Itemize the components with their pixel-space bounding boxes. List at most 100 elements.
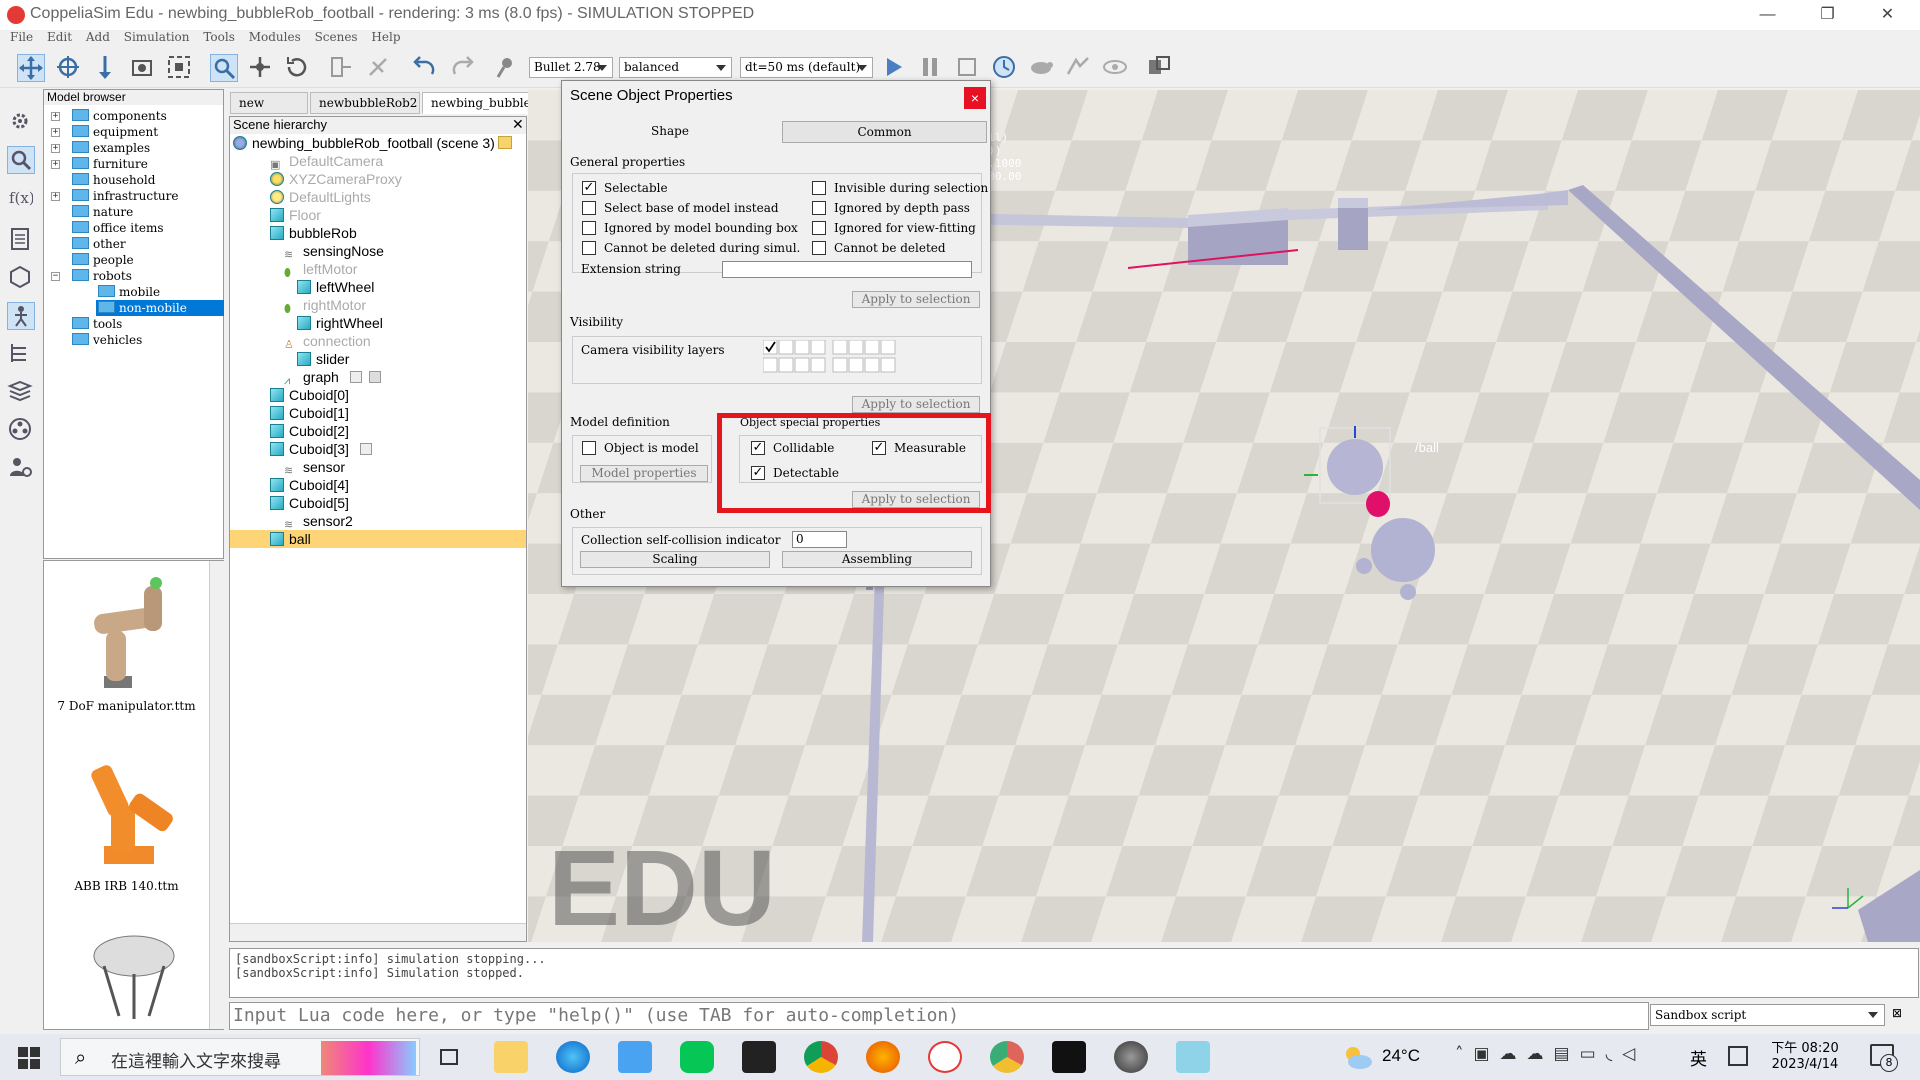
model-folder-nature[interactable]: nature — [72, 204, 133, 220]
page-icon[interactable] — [7, 226, 35, 254]
scaling-button[interactable]: Scaling — [580, 551, 770, 568]
app-window-icon[interactable] — [1176, 1041, 1210, 1073]
menu-file[interactable]: File — [10, 30, 33, 44]
tree-item-sensingnose[interactable]: ≋ sensingNose — [284, 242, 384, 261]
model-thumbnail-abb[interactable] — [69, 746, 199, 871]
tree-item-defaultcamera[interactable]: ▣ DefaultCamera — [270, 152, 383, 171]
menu-edit[interactable]: Edit — [47, 30, 72, 44]
expand-toggle[interactable]: + — [51, 112, 60, 121]
fit-to-view-icon[interactable] — [166, 54, 194, 82]
model-folder-people[interactable]: people — [72, 252, 134, 268]
close-hierarchy-icon[interactable]: ✕ — [512, 117, 524, 133]
script-icon[interactable] — [498, 136, 512, 149]
edge-browser-icon[interactable] — [556, 1041, 590, 1073]
tree-item-slider[interactable]: slider — [297, 350, 349, 368]
zoom-camera-icon[interactable] — [92, 54, 120, 82]
ime-indicator[interactable]: 英 — [1690, 1045, 1707, 1070]
slow-down-icon[interactable] — [1028, 54, 1056, 82]
settings-gear-icon[interactable] — [7, 108, 35, 136]
menu-tools[interactable]: Tools — [203, 30, 235, 44]
model-folder-furniture[interactable]: furniture — [72, 156, 148, 172]
model-folder-mobile[interactable]: mobile — [98, 284, 160, 300]
tree-item-defaultlights[interactable]: DefaultLights — [270, 188, 371, 206]
tree-item-rightwheel[interactable]: rightWheel — [297, 314, 383, 332]
model-folder-other[interactable]: other — [72, 236, 126, 252]
expand-toggle[interactable]: + — [51, 128, 60, 137]
tab-shape[interactable]: Shape — [570, 121, 770, 143]
model-folder-household[interactable]: household — [72, 172, 155, 188]
tree-item-cuboid3[interactable]: Cuboid[3] — [270, 440, 349, 458]
chrome-icon[interactable] — [804, 1041, 838, 1073]
scene-windows-icon[interactable] — [1146, 54, 1174, 82]
maximize-button[interactable]: ❐ — [1800, 0, 1855, 30]
hierarchy-toggle-icon[interactable] — [7, 340, 35, 368]
object-is-model-checkbox[interactable] — [582, 441, 596, 455]
selectable-checkbox[interactable]: ✓ — [582, 181, 596, 195]
model-folder-examples[interactable]: examples — [72, 140, 150, 156]
tree-item-sensor[interactable]: ≋ sensor — [284, 458, 345, 477]
lua-command-input[interactable]: Input Lua code here, or type "help()" (u… — [229, 1002, 1649, 1030]
tab-newbubblerob2[interactable]: newbubbleRob2 — [310, 92, 420, 114]
undo-icon[interactable] — [412, 54, 440, 82]
menu-help[interactable]: Help — [371, 30, 400, 44]
rotate-object-icon[interactable] — [284, 54, 312, 82]
rotate-camera-icon[interactable] — [55, 54, 83, 82]
assemble-icon[interactable] — [328, 54, 356, 82]
taskbar-search-box[interactable]: ⌕ 在這裡輸入文字來搜尋 — [60, 1038, 420, 1076]
timestep-select[interactable]: dt=50 ms (default) — [740, 57, 873, 78]
tree-item-leftwheel[interactable]: leftWheel — [297, 278, 374, 296]
scene-root[interactable]: newbing_bubbleRob_football (scene 3) — [233, 134, 495, 152]
cannot-delete-sim-checkbox[interactable] — [582, 241, 596, 255]
ignored-view-fitting-checkbox[interactable] — [812, 221, 826, 235]
speed-up-icon[interactable] — [1065, 54, 1093, 82]
expand-toggle[interactable]: + — [51, 192, 60, 201]
model-folder-vehicles[interactable]: vehicles — [72, 332, 142, 348]
model-folder-equipment[interactable]: equipment — [72, 124, 158, 140]
layers-icon[interactable] — [7, 378, 35, 406]
expand-toggle[interactable]: + — [51, 144, 60, 153]
stop-simulation-icon[interactable] — [954, 54, 982, 82]
tree-item-xyzcameraproxy[interactable]: XYZCameraProxy — [270, 170, 402, 188]
cannot-delete-checkbox[interactable] — [812, 241, 826, 255]
model-folder-components[interactable]: components — [72, 108, 167, 124]
start-simulation-icon[interactable] — [880, 54, 908, 82]
system-tray-icons[interactable]: ˄▣☁☁▤▭◟◁ — [1455, 1044, 1645, 1064]
model-properties-button[interactable]: Model properties — [580, 465, 708, 482]
model-folder-tools[interactable]: tools — [72, 316, 122, 332]
paint-app-icon[interactable] — [618, 1041, 652, 1073]
terminal-icon[interactable] — [1052, 1041, 1086, 1073]
task-view-icon[interactable] — [432, 1041, 466, 1073]
tree-item-cuboid0[interactable]: Cuboid[0] — [270, 386, 349, 404]
model-folder-robots[interactable]: robots — [72, 268, 132, 284]
tree-item-sensor2[interactable]: ≋ sensor2 — [284, 512, 353, 531]
path-edit-icon[interactable] — [7, 302, 35, 330]
shape-edit-icon[interactable] — [7, 264, 35, 292]
close-window-button[interactable]: ✕ — [1860, 0, 1915, 30]
accuracy-select[interactable]: balanced (default) — [619, 57, 732, 93]
weather-icon[interactable] — [1340, 1042, 1374, 1072]
scripts-fx-icon[interactable]: f(x) — [7, 184, 35, 212]
app-sphere-icon[interactable] — [1114, 1041, 1148, 1073]
menu-simulation[interactable]: Simulation — [124, 30, 190, 44]
script-icon[interactable] — [360, 443, 372, 455]
hierarchy-scrollbar[interactable] — [230, 923, 526, 941]
model-folder-office-items[interactable]: office items — [72, 220, 164, 236]
tree-item-ball[interactable]: ball — [230, 530, 526, 548]
menu-add[interactable]: Add — [86, 30, 110, 44]
expand-toggle[interactable]: + — [51, 160, 60, 169]
tree-item-graph[interactable]: ⩘ graph — [284, 368, 339, 387]
model-folder-infrastructure[interactable]: infrastructure — [72, 188, 178, 204]
realtime-mode-icon[interactable] — [991, 54, 1019, 82]
menu-modules[interactable]: Modules — [249, 30, 301, 44]
app-icon[interactable] — [742, 1041, 776, 1073]
file-explorer-icon[interactable] — [494, 1041, 528, 1073]
tree-item-cuboid4[interactable]: Cuboid[4] — [270, 476, 349, 494]
thumbnails-scrollbar[interactable] — [209, 561, 224, 1029]
collapse-toggle[interactable]: − — [51, 272, 60, 281]
transfer-dna-icon[interactable] — [365, 54, 393, 82]
script-icon[interactable] — [350, 371, 362, 383]
pause-simulation-icon[interactable] — [917, 54, 945, 82]
model-browser-icon[interactable] — [7, 146, 35, 174]
menu-scenes[interactable]: Scenes — [315, 30, 358, 44]
user-settings-icon[interactable] — [7, 454, 35, 482]
